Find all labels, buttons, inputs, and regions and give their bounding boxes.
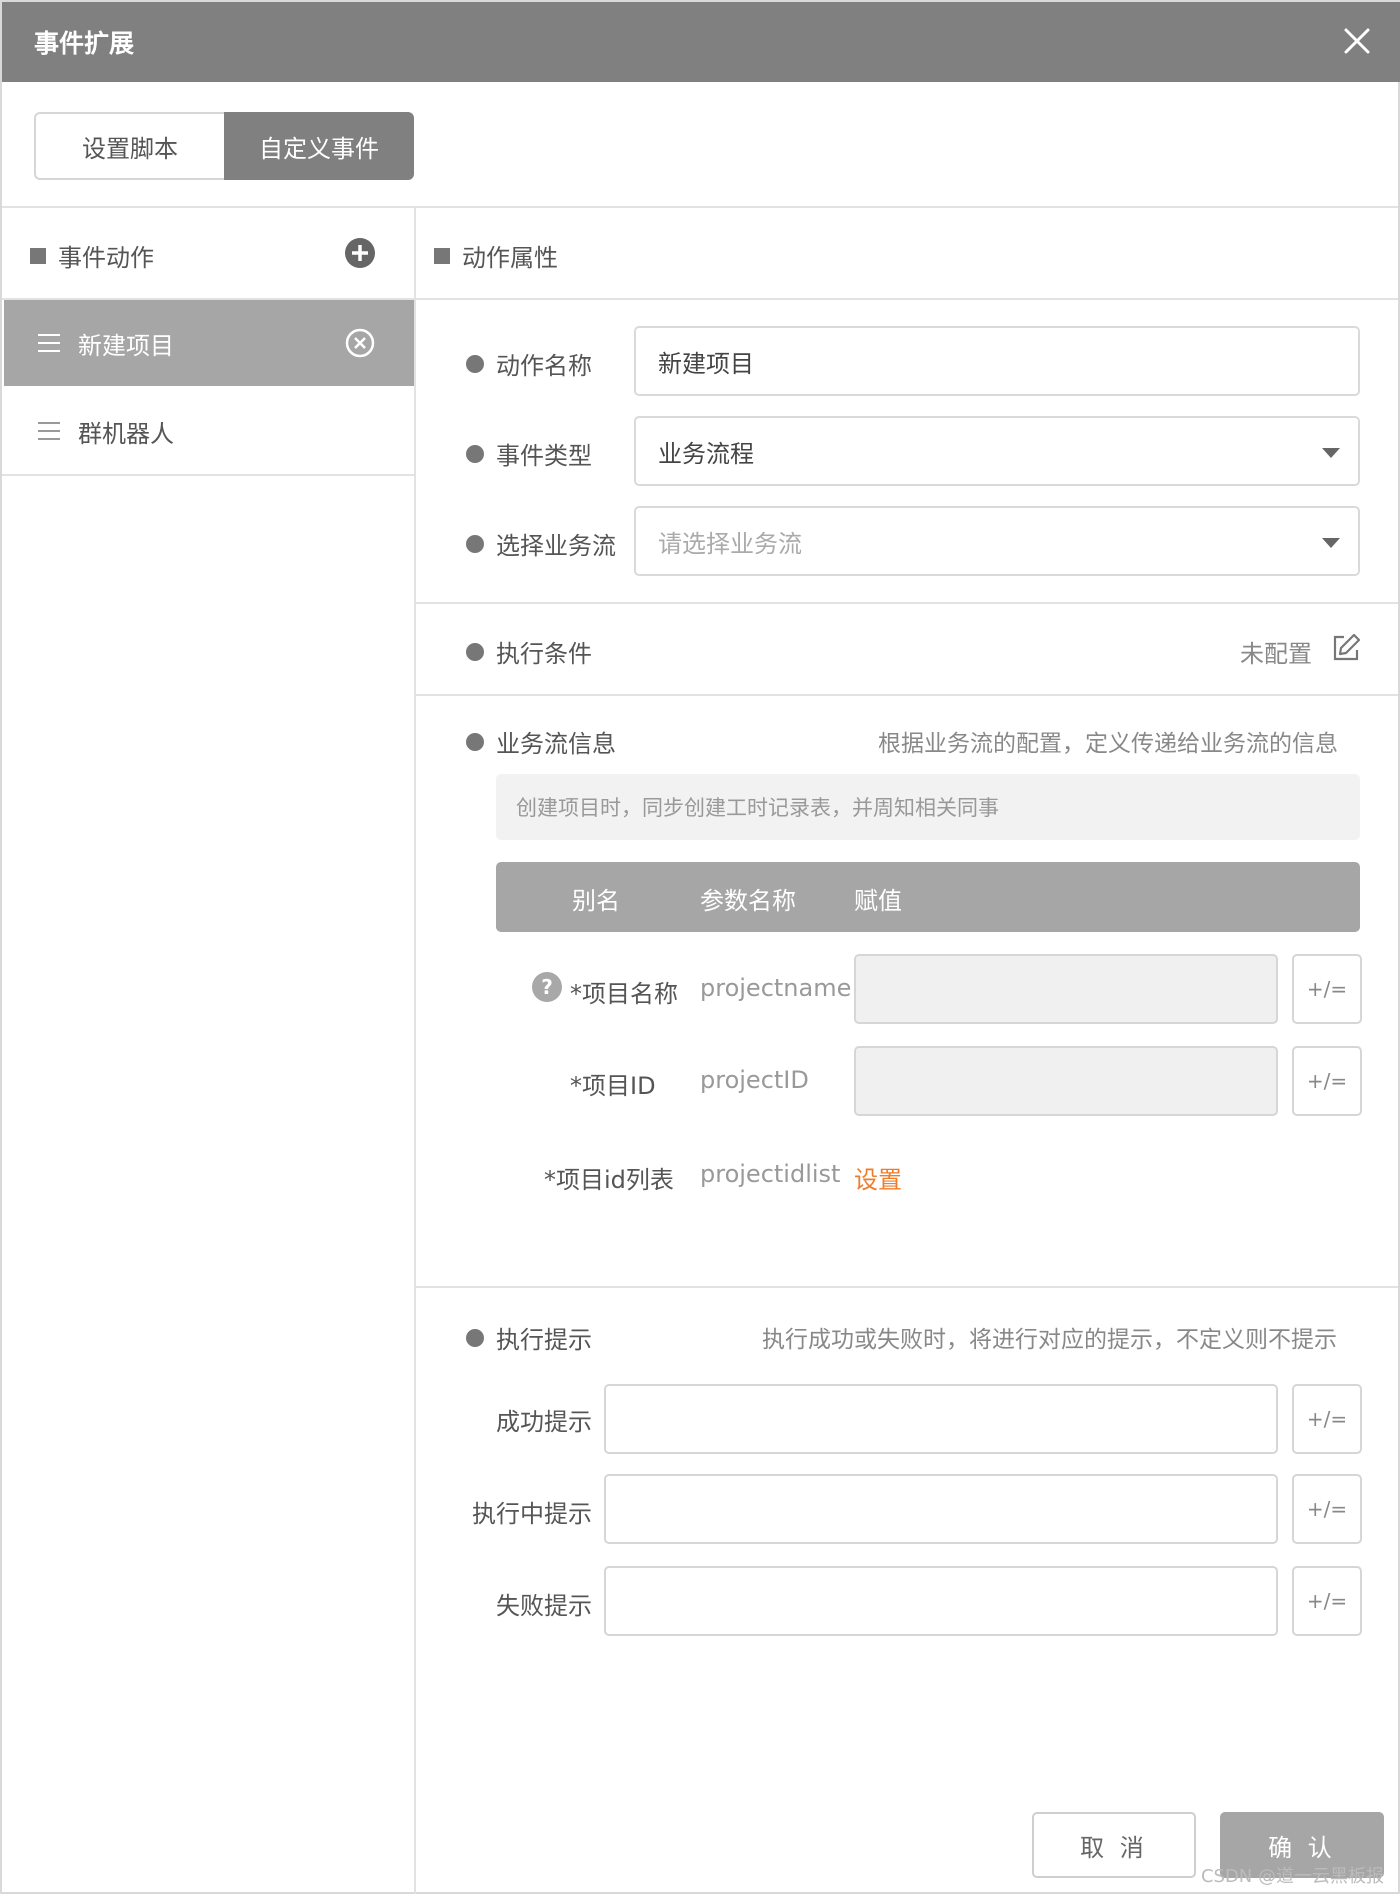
dot-bullet-icon (466, 1328, 484, 1347)
divider (2, 206, 1398, 208)
label-text: 执行提示 (496, 1326, 592, 1354)
set-link[interactable]: 设置 (854, 1160, 902, 1195)
exec-condition-status: 未配置 (1240, 640, 1312, 668)
action-item-label: 新建项目 (78, 331, 174, 360)
exec-tips-hint: 执行成功或失败时，将进行对应的提示，不定义则不提示 (762, 1327, 1337, 1353)
param-alias: *项目ID (570, 1072, 656, 1100)
param-alias: *项目名称 (570, 980, 678, 1008)
exec-condition-label: 执行条件 (466, 634, 592, 669)
column-alias: 别名 (572, 887, 620, 915)
expression-button[interactable]: +/= (1292, 1384, 1362, 1454)
expression-button[interactable]: +/= (1292, 1046, 1362, 1116)
flow-info-hint: 根据业务流的配置，定义传递给业务流的信息 (878, 731, 1338, 757)
action-name-input[interactable]: 新建项目 (634, 326, 1360, 396)
expression-button[interactable]: +/= (1292, 1566, 1362, 1636)
dialog-titlebar: 事件扩展 (2, 2, 1400, 82)
action-item-label: 群机器人 (78, 419, 174, 448)
label-text: 业务流信息 (496, 730, 616, 758)
business-flow-label: 选择业务流 (466, 526, 616, 561)
divider (416, 602, 1398, 604)
dot-bullet-icon (466, 732, 484, 751)
flow-info-label: 业务流信息 (466, 724, 616, 759)
caret-down-icon (1322, 538, 1340, 548)
edit-icon[interactable] (1330, 632, 1362, 664)
action-name-label: 动作名称 (466, 346, 592, 381)
drag-handle-icon[interactable] (38, 334, 60, 352)
param-table-header: 别名 参数名称 赋值 (496, 862, 1360, 932)
select-value: 业务流程 (658, 439, 754, 468)
event-type-select[interactable]: 业务流程 (634, 416, 1360, 486)
square-bullet-icon (434, 247, 450, 264)
add-circle-icon[interactable] (344, 237, 376, 269)
in-progress-tip-input[interactable] (604, 1474, 1278, 1544)
event-actions-title: 事件动作 (58, 244, 154, 272)
param-alias: *项目id列表 (544, 1166, 674, 1194)
watermark: CSDN @道一云黑板报 (1200, 1866, 1384, 1887)
expression-button[interactable]: +/= (1292, 1474, 1362, 1544)
input-value: 新建项目 (658, 349, 754, 378)
drag-handle-icon[interactable] (38, 422, 60, 440)
failure-tip-label: 失败提示 (496, 1592, 592, 1620)
dot-bullet-icon (466, 642, 484, 661)
dialog-title: 事件扩展 (34, 29, 135, 58)
panel-divider (414, 206, 416, 1894)
label-text: 执行条件 (496, 640, 592, 668)
label-text: 事件类型 (496, 442, 592, 470)
success-tip-label: 成功提示 (496, 1408, 592, 1436)
remove-circle-icon[interactable] (344, 327, 376, 359)
action-item-group-robot[interactable]: 群机器人 (4, 388, 414, 474)
param-name: projectidlist (700, 1160, 841, 1188)
close-icon[interactable] (1342, 26, 1372, 56)
action-props-title: 动作属性 (462, 244, 558, 272)
note-text: 创建项目时，同步创建工时记录表，并周知相关同事 (516, 796, 999, 820)
flow-info-note: 创建项目时，同步创建工时记录表，并周知相关同事 (496, 774, 1360, 840)
divider (416, 298, 1398, 300)
param-value-input[interactable] (854, 1046, 1278, 1116)
event-type-label: 事件类型 (466, 436, 592, 471)
action-item-new-project[interactable]: 新建项目 (4, 300, 414, 386)
param-name: projectID (700, 1066, 809, 1094)
caret-down-icon (1322, 448, 1340, 458)
event-extension-dialog: 事件扩展 设置脚本 自定义事件 事件动作 新建项目 群机器人 动作属性 动作名称… (0, 0, 1400, 1894)
tab-custom-event[interactable]: 自定义事件 (224, 112, 414, 180)
tab-set-script[interactable]: 设置脚本 (34, 112, 224, 180)
event-actions-header: 事件动作 (30, 238, 154, 273)
divider (2, 474, 414, 476)
dot-bullet-icon (466, 354, 484, 373)
column-param-name: 参数名称 (700, 887, 796, 915)
expression-button[interactable]: +/= (1292, 954, 1362, 1024)
business-flow-select[interactable]: 请选择业务流 (634, 506, 1360, 576)
cancel-button[interactable]: 取 消 (1032, 1812, 1196, 1878)
exec-tips-label: 执行提示 (466, 1320, 592, 1355)
label-text: 动作名称 (496, 352, 592, 380)
failure-tip-input[interactable] (604, 1566, 1278, 1636)
divider (416, 694, 1398, 696)
square-bullet-icon (30, 247, 46, 264)
action-props-header: 动作属性 (434, 238, 558, 273)
param-value-input[interactable] (854, 954, 1278, 1024)
dot-bullet-icon (466, 444, 484, 463)
in-progress-tip-label: 执行中提示 (472, 1500, 592, 1528)
column-value: 赋值 (854, 887, 902, 915)
tab-bar: 设置脚本 自定义事件 (34, 112, 414, 180)
param-name: projectname (700, 974, 852, 1002)
select-placeholder: 请选择业务流 (658, 529, 802, 558)
success-tip-input[interactable] (604, 1384, 1278, 1454)
dot-bullet-icon (466, 534, 484, 553)
label-text: 选择业务流 (496, 532, 616, 560)
divider (416, 1286, 1398, 1288)
help-icon[interactable]: ? (532, 972, 562, 1002)
